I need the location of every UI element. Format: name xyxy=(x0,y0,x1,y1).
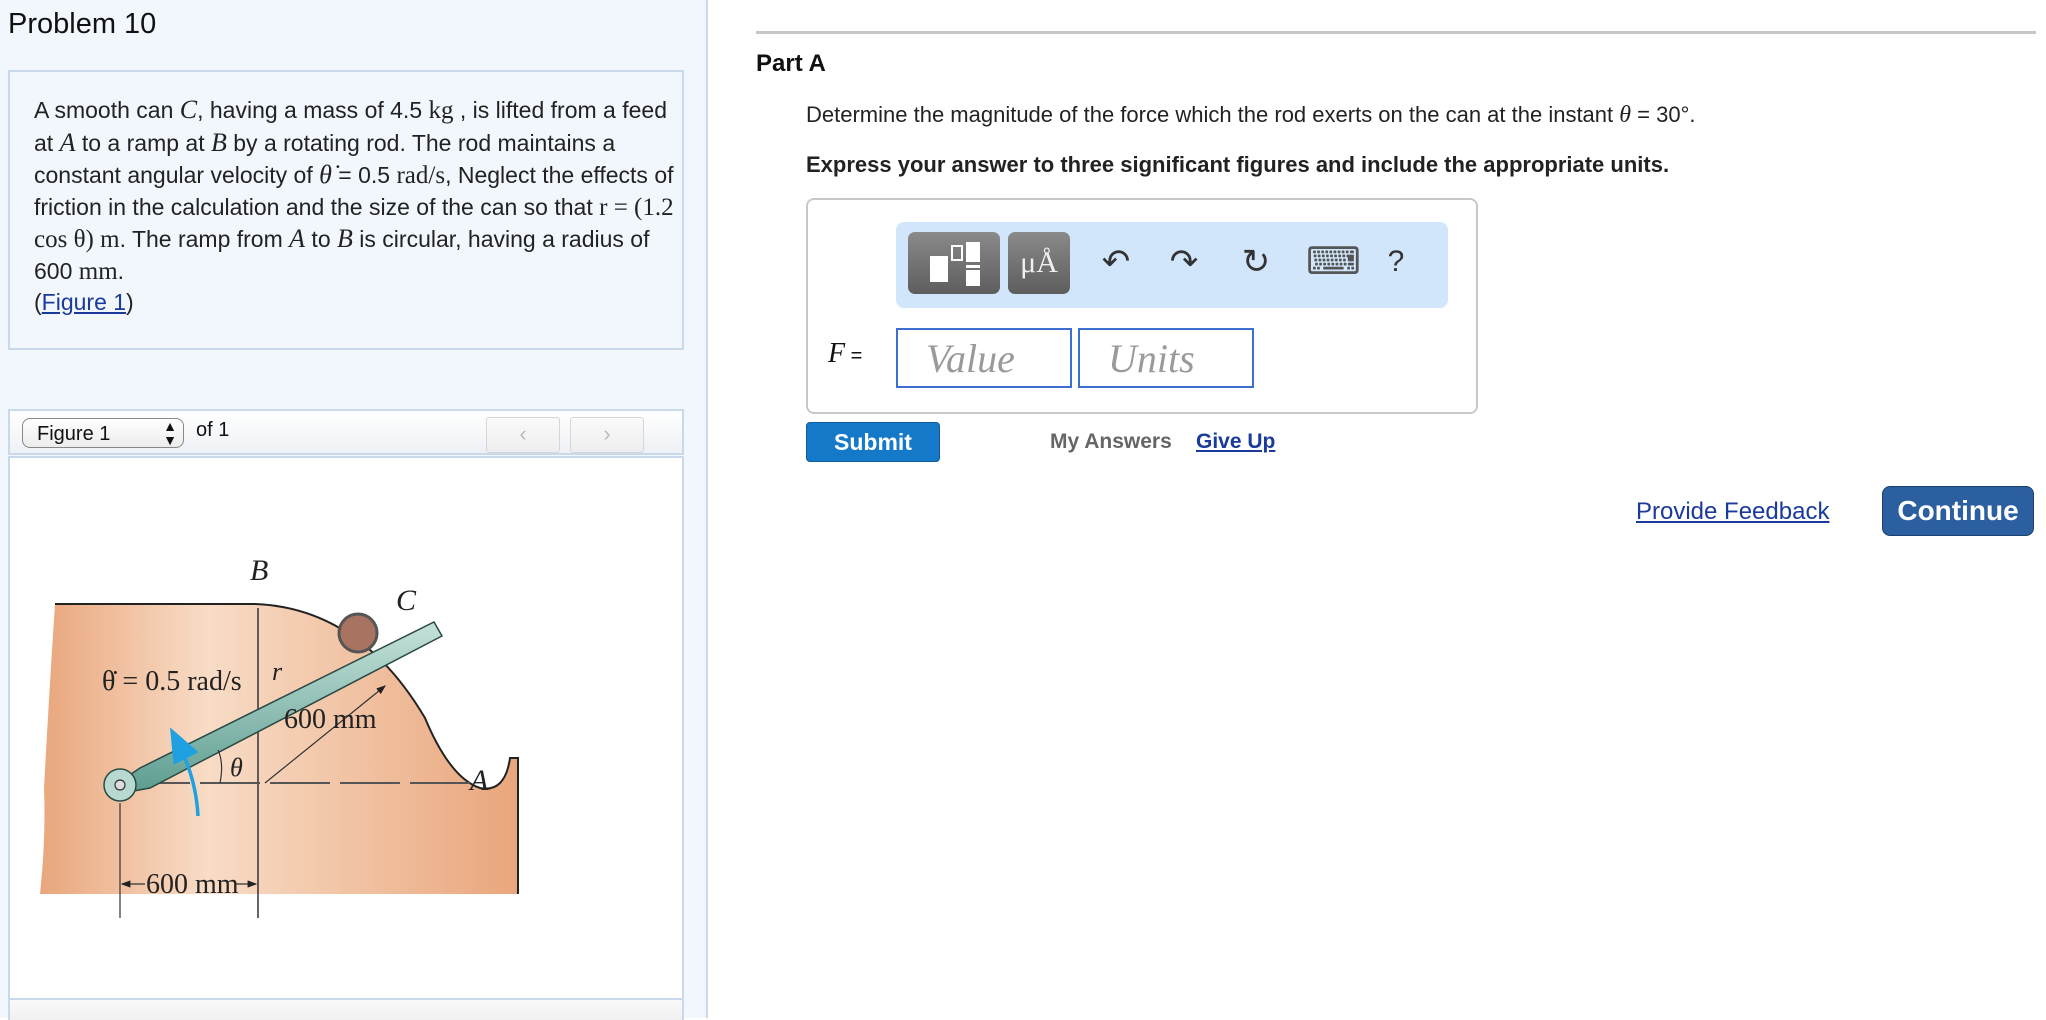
math-toolbar: μÅ ↶ ↷ ↻ ⌨ ? xyxy=(896,222,1448,308)
problem-statement: A smooth can C, having a mass of 4.5 kg … xyxy=(34,94,674,319)
units-button[interactable]: μÅ xyxy=(1008,232,1070,294)
math-var: A xyxy=(289,224,306,253)
math-var: C xyxy=(179,95,198,124)
answer-panel: Part A Determine the magnitude of the fo… xyxy=(708,0,2046,1018)
ramp-body xyxy=(40,604,518,894)
figure-count: of 1 xyxy=(196,419,230,441)
chevron-left-icon: ‹ xyxy=(519,421,527,446)
figure-footer-bar xyxy=(8,998,684,1020)
math-var: θ̇ xyxy=(319,160,332,189)
divider xyxy=(756,31,2036,34)
variable-name: F xyxy=(828,338,846,369)
text: A smooth can xyxy=(34,97,180,123)
angular-velocity-label: θ̇ = 0.5 rad/s xyxy=(102,666,242,697)
math-unit: kg xyxy=(428,97,454,124)
units-input[interactable] xyxy=(1078,328,1254,388)
select-arrows-icon: ▲ ▼ xyxy=(163,418,177,448)
problem-statement-box: A smooth can C, having a mass of 4.5 kg … xyxy=(8,70,684,350)
math-var: B xyxy=(210,127,227,157)
text: = 0.5 xyxy=(331,162,397,188)
give-up-link[interactable]: Give Up xyxy=(1196,430,1275,454)
submit-button[interactable]: Submit xyxy=(806,422,940,462)
question-text: Determine the magnitude of the force whi… xyxy=(806,102,1696,129)
continue-button[interactable]: Continue xyxy=(1882,486,2034,536)
text: = 30°. xyxy=(1631,102,1696,127)
chevron-right-icon: › xyxy=(603,421,611,446)
instructions: Express your answer to three significant… xyxy=(806,152,1670,177)
text: ) xyxy=(126,289,134,315)
next-figure-button[interactable]: › xyxy=(570,417,644,453)
part-title: Part A xyxy=(756,50,826,77)
reset-icon[interactable]: ↻ xyxy=(1234,240,1278,284)
keyboard-icon[interactable]: ⌨ xyxy=(1306,240,1361,284)
distance-label: 600 mm xyxy=(146,869,239,900)
figure-select-value: Figure 1 xyxy=(37,423,111,445)
label-b: B xyxy=(250,554,268,587)
label-c: C xyxy=(396,584,417,617)
my-answers-label: My Answers xyxy=(1050,430,1172,453)
math-var: θ xyxy=(1619,102,1632,128)
math-unit: mm xyxy=(78,257,118,285)
figure-navigation-bar: Figure 1 ▲ ▼ of 1 ‹ › xyxy=(8,409,684,455)
undo-icon[interactable]: ↶ xyxy=(1094,240,1138,284)
help-icon[interactable]: ? xyxy=(1374,240,1418,284)
figure-select[interactable]: Figure 1 ▲ ▼ xyxy=(22,418,184,448)
math-var: B xyxy=(337,224,353,253)
math-unit: rad/s xyxy=(396,162,446,189)
label-a: A xyxy=(468,764,489,797)
problem-title: Problem 10 xyxy=(8,8,157,40)
text: ( xyxy=(34,289,42,315)
equals-sign: = xyxy=(845,345,863,367)
radius-label: 600 mm xyxy=(284,704,377,735)
text: , having a mass of 4.5 xyxy=(197,97,429,123)
previous-figure-button[interactable]: ‹ xyxy=(486,417,560,453)
problem-panel: Problem 10 A smooth can C, having a mass… xyxy=(0,0,708,1020)
provide-feedback-link[interactable]: Provide Feedback xyxy=(1636,498,1829,526)
text: to xyxy=(305,226,338,252)
figure-diagram: B C A r θ θ̇ = 0.5 rad/s 600 mm 600 mm xyxy=(40,554,519,918)
templates-icon xyxy=(930,242,980,286)
text: . xyxy=(117,257,125,284)
answer-variable: F = xyxy=(828,338,862,370)
label-r: r xyxy=(272,657,283,686)
can-c xyxy=(337,612,379,654)
figure-frame: B C A r θ θ̇ = 0.5 rad/s 600 mm 600 mm xyxy=(8,456,684,1000)
redo-icon[interactable]: ↷ xyxy=(1162,240,1206,284)
templates-button[interactable] xyxy=(908,232,1000,294)
value-input[interactable] xyxy=(896,328,1072,388)
figure-link[interactable]: Figure 1 xyxy=(42,289,126,315)
text: Determine the magnitude of the force whi… xyxy=(806,102,1620,127)
label-theta: θ xyxy=(230,753,243,782)
answer-box: μÅ ↶ ↷ ↻ ⌨ ? F = xyxy=(806,198,1478,414)
math-var: A xyxy=(59,127,76,157)
text: . The ramp from xyxy=(119,226,290,252)
text: to a ramp at xyxy=(75,129,211,156)
